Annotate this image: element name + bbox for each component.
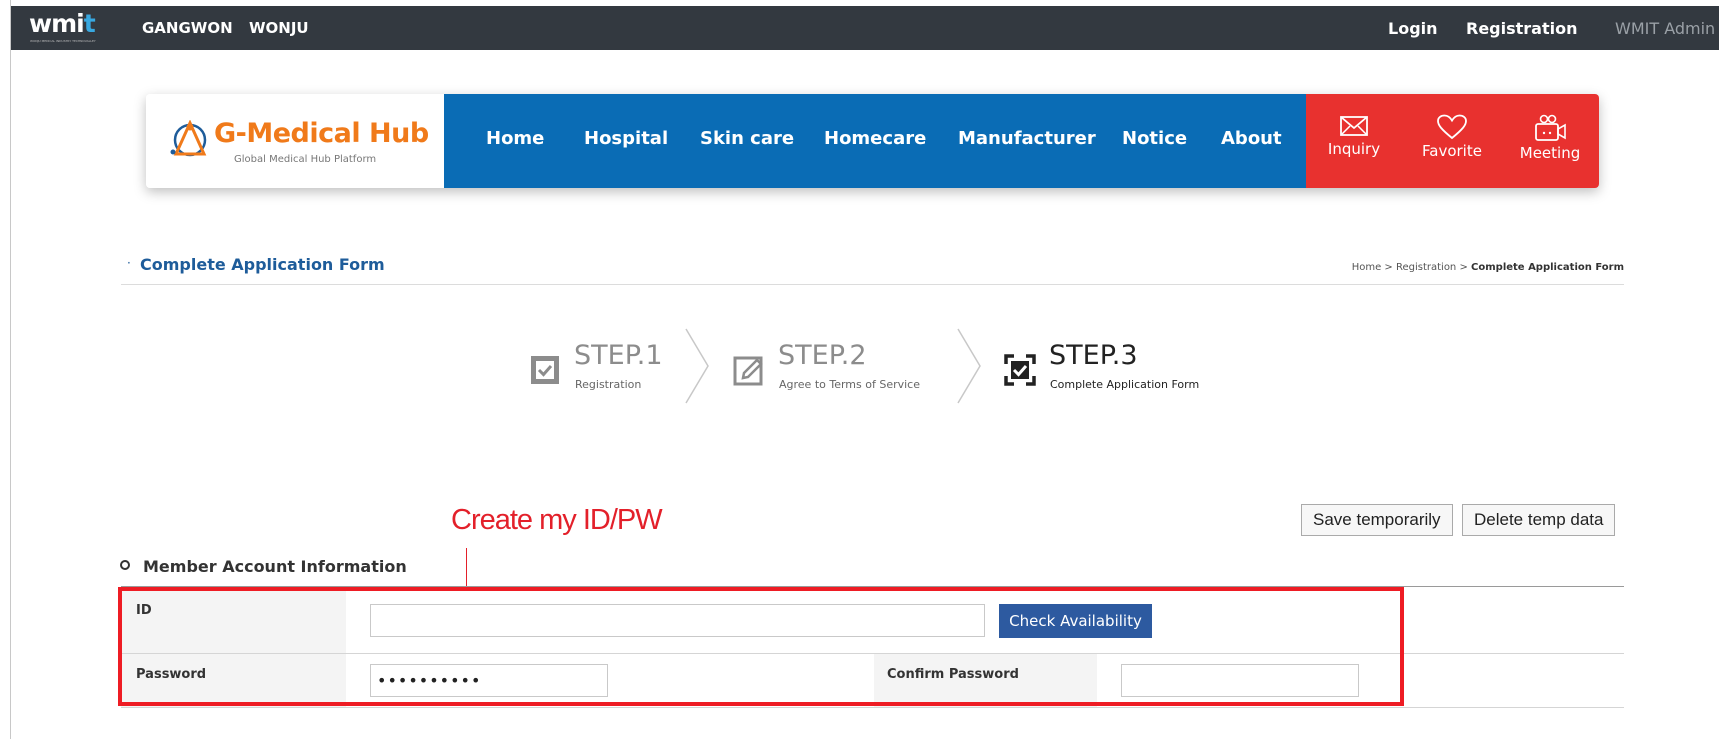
page-title-bullet: · [127,256,131,270]
brand-title: G-Medical Hub [214,118,429,149]
login-link[interactable]: Login [1388,19,1438,38]
nav-item-notice[interactable]: Notice [1122,128,1187,149]
breadcrumb-current: Complete Application Form [1471,262,1624,273]
heart-icon [1437,114,1467,140]
favorite-button[interactable]: Favorite [1407,114,1497,160]
breadcrumb-home[interactable]: Home [1352,262,1382,273]
annotation-label: Create my ID/PW [451,504,663,536]
meeting-label: Meeting [1519,144,1581,162]
city-link-wonju[interactable]: WONJU [249,19,309,37]
complete-form-icon [1004,354,1036,386]
favorite-label: Favorite [1422,142,1482,160]
password-label: Password [136,667,207,682]
wmit-logo-subtitle: WONJU MEDICAL INDUSTRY TECHNOVALLEY [30,39,96,43]
city-link-gangwon[interactable]: GANGWON [142,19,233,37]
nav-item-home[interactable]: Home [486,128,544,149]
step-2-title: STEP.2 [778,340,867,371]
table-row-divider [121,653,1624,654]
breadcrumb-registration[interactable]: Registration [1396,262,1456,273]
main-nav-banner: G-Medical Hub Global Medical Hub Platfor… [146,94,1599,188]
brand-emblem-icon [170,120,207,157]
section-bullet-icon [120,560,130,570]
step-1-subtitle: Registration [575,378,642,391]
header-divider [121,284,1624,285]
table-bottom-border [121,707,1624,708]
edit-document-icon [733,356,763,386]
nav-item-hospital[interactable]: Hospital [584,128,668,149]
save-temporarily-button[interactable]: Save temporarily [1301,504,1453,536]
brand-subtitle: Global Medical Hub Platform [234,154,377,165]
quick-menu: Inquiry Favorite Meeting [1306,94,1599,188]
top-bar: wmit WONJU MEDICAL INDUSTRY TECHNOVALLEY… [11,6,1719,50]
inquiry-label: Inquiry [1327,140,1381,158]
registration-link[interactable]: Registration [1466,19,1577,38]
breadcrumb-separator: > [1456,262,1472,273]
meeting-camera-icon [1535,114,1566,141]
wmit-logo[interactable]: wmit [29,11,96,36]
admin-link[interactable]: WMIT Admin [1615,19,1715,38]
confirm-password-label: Confirm Password [887,667,1019,682]
step-3-subtitle: Complete Application Form [1050,378,1200,391]
nav-item-skin-care[interactable]: Skin care [700,128,794,149]
section-title: Member Account Information [143,557,407,576]
id-label: ID [136,603,152,618]
window-left-edge [0,0,11,739]
brand-logo[interactable]: G-Medical Hub Global Medical Hub Platfor… [146,94,444,188]
password-input[interactable]: •••••••••• [370,664,608,697]
nav-item-manufacturer[interactable]: Manufacturer [958,128,1096,149]
breadcrumb-separator: > [1381,262,1396,273]
check-availability-button[interactable]: Check Availability [999,604,1152,638]
nav-item-about[interactable]: About [1221,128,1282,149]
meeting-button[interactable]: Meeting [1505,114,1595,162]
step-1-title: STEP.1 [574,340,663,371]
table-top-border [121,586,1624,587]
page-title: Complete Application Form [140,255,385,274]
id-input[interactable] [370,604,985,637]
breadcrumb: Home > Registration > Complete Applicati… [1352,262,1624,273]
checkbox-checked-icon [531,356,559,384]
main-nav: Home Hospital Skin care Homecare Manufac… [444,94,1306,188]
step-2-subtitle: Agree to Terms of Service [779,378,921,391]
step-arrow-icon [685,328,709,404]
id-label-cell [121,587,346,653]
envelope-icon [1340,116,1368,136]
annotation-pointer [466,548,467,586]
step-3-title: STEP.3 [1049,340,1138,371]
nav-item-homecare[interactable]: Homecare [824,128,926,149]
confirm-password-input[interactable] [1121,664,1359,697]
delete-temp-data-button[interactable]: Delete temp data [1462,504,1616,536]
step-arrow-icon [957,328,981,404]
inquiry-button[interactable]: Inquiry [1309,114,1399,158]
